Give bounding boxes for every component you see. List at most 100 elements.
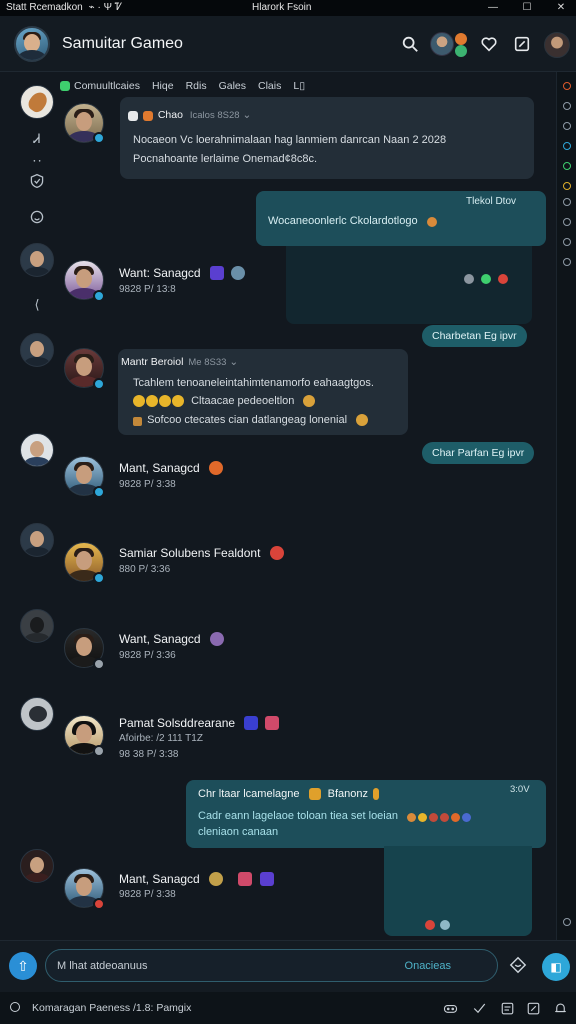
rail-avatar[interactable] — [20, 523, 54, 557]
message-tag: Bfanonz — [327, 788, 368, 800]
emoji-icon — [159, 395, 171, 407]
emoji-icon — [440, 813, 450, 822]
fire-icon — [142, 111, 153, 121]
rail-avatar[interactable] — [20, 697, 54, 731]
reaction-icon[interactable] — [481, 274, 492, 284]
reaction-icon[interactable] — [464, 274, 474, 284]
smile-icon[interactable] — [28, 208, 46, 226]
check-icon[interactable] — [471, 1000, 487, 1016]
heart-icon[interactable] — [479, 34, 499, 54]
tab-clais[interactable]: Clais — [258, 80, 281, 92]
send-button[interactable]: ◧ — [542, 953, 570, 981]
tab-home[interactable]: Hiqe — [152, 80, 174, 92]
bell-icon[interactable] — [552, 1000, 568, 1016]
participants-avatars[interactable] — [430, 30, 470, 58]
edit-icon[interactable] — [525, 1000, 541, 1016]
emoji-icon — [308, 788, 321, 800]
tab-rdis[interactable]: Rdis — [186, 80, 207, 92]
emoji-icon — [133, 417, 142, 426]
footer-text: Komaragan Paeness /1.8: Pamgix — [32, 1002, 192, 1014]
message-header: Chr ltaar lcamelagne Bfanonz — [198, 788, 380, 800]
chevron-down-icon[interactable]: ⌄ — [242, 109, 251, 121]
diamond-icon — [509, 956, 527, 974]
pill-text: Char Parfan Eg ipvr — [432, 447, 525, 459]
tab-communities[interactable]: Comuultlcaies — [74, 80, 140, 92]
author-name: Want, Sanagcd — [119, 632, 201, 646]
message-bubble-continuation[interactable] — [384, 846, 532, 936]
message-text: cleniaon canaan — [198, 826, 279, 838]
rail-dot-icon[interactable] — [563, 182, 571, 190]
rail-dot-icon[interactable] — [563, 102, 571, 110]
reaction-icon[interactable] — [425, 920, 435, 930]
rail-avatar[interactable] — [20, 85, 54, 119]
message-text-content: Cadr eann lagelaoe toloan tiea set loeia… — [198, 810, 398, 822]
maximize-icon[interactable]: ☐ — [518, 1, 536, 13]
reaction-icon[interactable] — [440, 920, 451, 930]
message-text: Cadr eann lagelaoe toloan tiea set loeia… — [198, 810, 472, 822]
emoji-icon — [418, 813, 428, 822]
reaction-row[interactable] — [464, 272, 509, 284]
shield-icon[interactable] — [28, 172, 46, 190]
message-text-content: Sofcoo ctecates cian datlangeag lonenial — [147, 414, 348, 426]
back-icon[interactable]: ⟨ — [28, 296, 46, 314]
message-author: Want: Sanagcd — [119, 266, 246, 280]
rail-dot-icon[interactable] — [563, 162, 571, 170]
server-avatar[interactable] — [14, 26, 50, 62]
notes-icon[interactable] — [499, 1000, 515, 1016]
attach-button[interactable]: ⇧ — [9, 952, 37, 980]
chevron-down-icon[interactable]: ⌄ — [229, 356, 238, 368]
status-badge — [93, 572, 105, 584]
rail-avatar[interactable] — [20, 333, 54, 367]
message-author: Chao — [157, 109, 183, 121]
right-rail — [556, 72, 576, 940]
tab-gales[interactable]: Gales — [219, 80, 246, 92]
status-glyphs: ⌁ · Ψ Ꮴ — [88, 2, 123, 13]
tab-more[interactable]: L▯ — [293, 80, 305, 92]
message-author: Mant, Sanagcd — [119, 461, 224, 475]
message-header: Mantr Beroiol Me 8S33 ⌄ — [121, 356, 238, 368]
rail-dot-icon[interactable] — [563, 238, 571, 246]
rail-avatar[interactable] — [20, 609, 54, 643]
reply-pill[interactable]: Charbetan Eg ipvr — [422, 325, 527, 347]
gamepad-icon[interactable] — [442, 1000, 458, 1016]
emoji-icon — [231, 266, 246, 280]
rail-avatar[interactable] — [20, 243, 54, 277]
message-header: Chao Icalos 8S28 ⌄ — [128, 109, 251, 121]
emoji-icon — [373, 788, 380, 800]
close-icon[interactable]: ✕ — [552, 1, 570, 13]
reaction-row[interactable] — [425, 918, 451, 930]
status-badge — [93, 745, 105, 757]
edit-icon[interactable] — [512, 34, 532, 54]
search-icon[interactable] — [400, 34, 420, 54]
rail-dot-icon[interactable] — [563, 82, 571, 90]
dots-icon[interactable]: ꞏ ꞏ — [28, 151, 46, 169]
author-name: Mant, Sanagcd — [119, 461, 200, 475]
emoji-icon — [303, 395, 316, 407]
rail-dot-icon[interactable] — [563, 142, 571, 150]
author-name: Pamat Solsddrearane — [119, 716, 236, 730]
emoji-button[interactable] — [508, 955, 528, 975]
status-badge — [93, 898, 105, 910]
reply-pill[interactable]: Char Parfan Eg ipvr — [422, 442, 535, 464]
user-avatar[interactable] — [544, 32, 570, 58]
message-bubble-continuation[interactable] — [286, 246, 532, 324]
message-timestamp: 9828 P/ 13:8 — [119, 284, 176, 295]
message-input[interactable]: M lhat atdeoanuus Onacieas — [45, 949, 498, 982]
message-text: Cltaacae pedeoeltlon — [133, 395, 316, 407]
rail-dot-icon[interactable] — [563, 258, 571, 266]
message-meta: Me 8S33 — [188, 357, 227, 368]
message-timestamp: 9828 P/ 3:38 — [119, 889, 176, 900]
reaction-icon[interactable] — [498, 274, 509, 284]
rail-dot-icon[interactable] — [563, 198, 571, 206]
rail-avatar[interactable] — [20, 849, 54, 883]
rail-dot-icon[interactable] — [563, 218, 571, 226]
footer-bar: Komaragan Paeness /1.8: Pamgix — [0, 992, 576, 1024]
grid-icon[interactable]: Ꮧ — [28, 130, 46, 148]
emoji-icon — [209, 632, 224, 646]
rail-avatar[interactable] — [20, 433, 54, 467]
message-author: Mantr Beroiol — [121, 356, 184, 368]
rail-dot-icon[interactable] — [563, 918, 571, 926]
minimize-icon[interactable]: — — [484, 1, 502, 13]
status-badge — [93, 132, 105, 144]
rail-dot-icon[interactable] — [563, 122, 571, 130]
